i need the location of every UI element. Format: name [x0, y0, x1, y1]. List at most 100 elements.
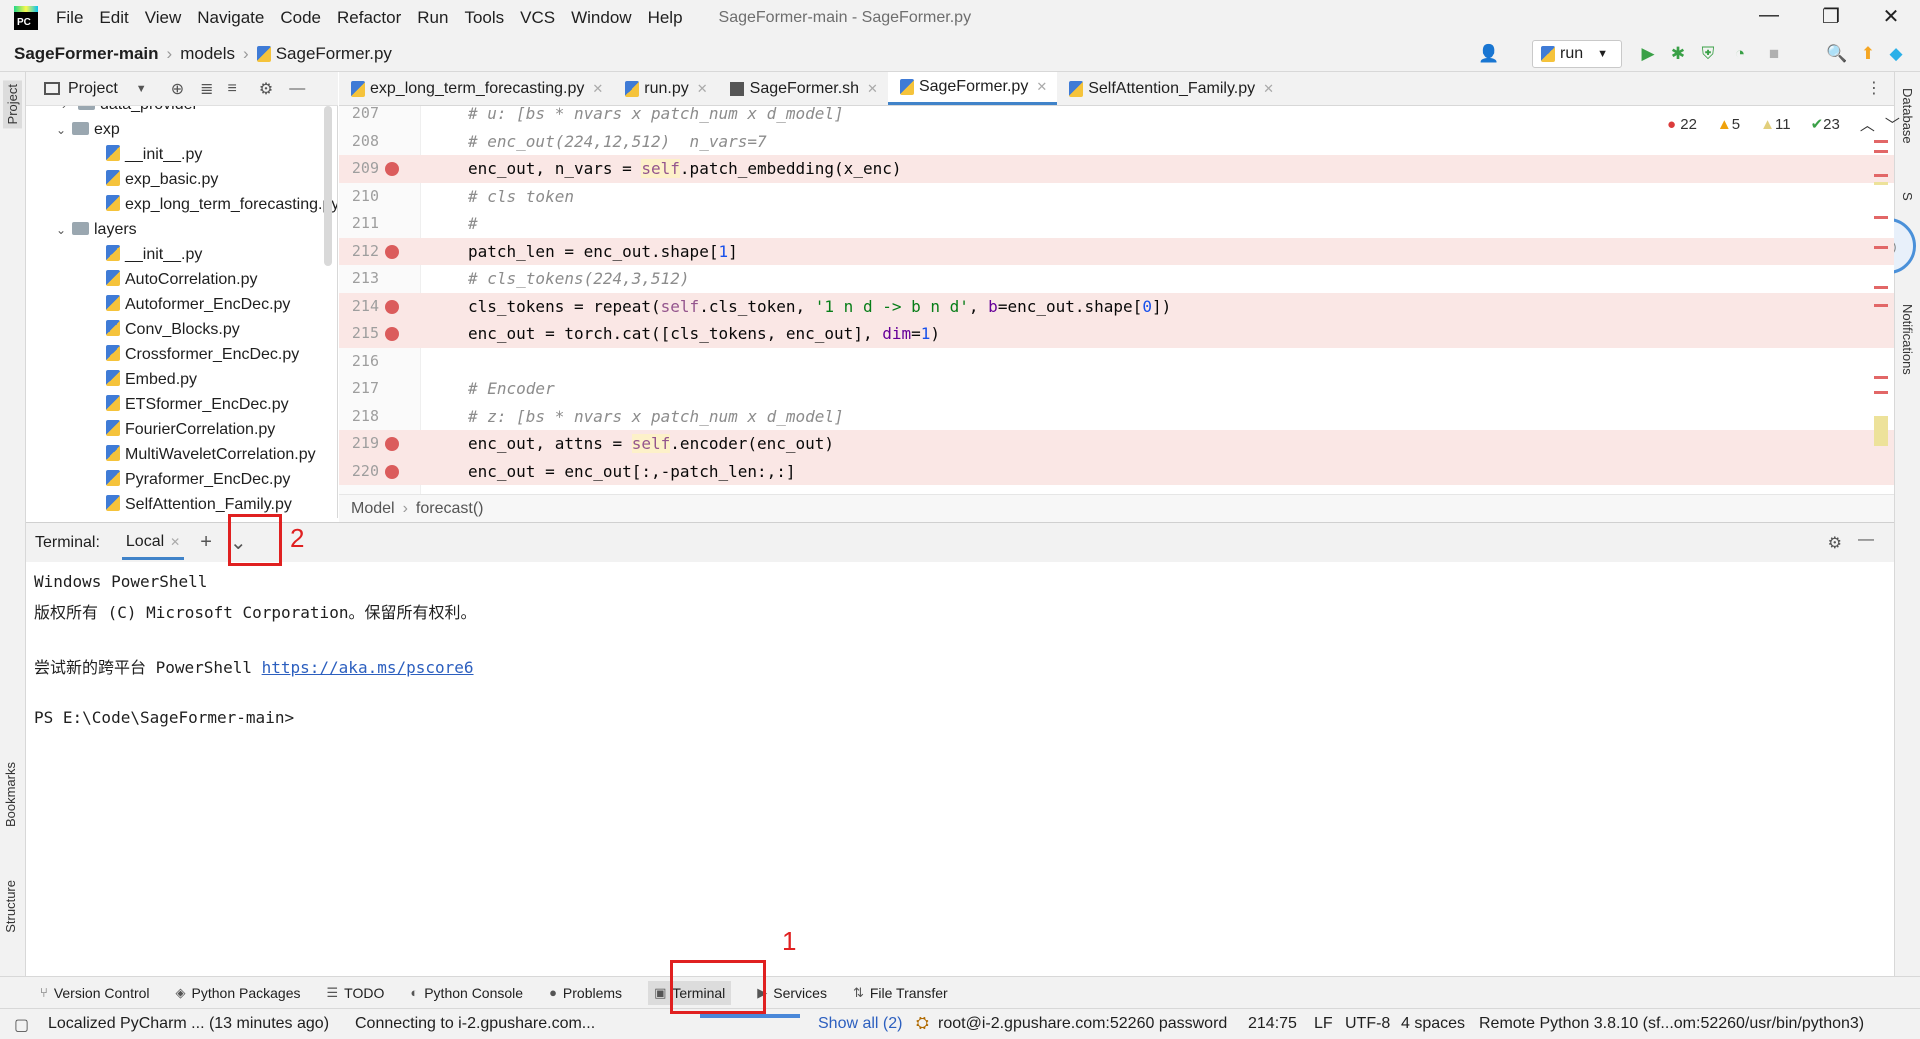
error-mark[interactable] — [1874, 376, 1888, 379]
cursor-position[interactable]: 214:75 — [1248, 1015, 1297, 1033]
code-line[interactable]: 216 — [339, 348, 1894, 376]
locate-icon[interactable]: ⊕ — [171, 79, 184, 99]
menu-navigate[interactable]: Navigate — [197, 8, 264, 28]
search-icon[interactable]: 🔍 — [1826, 44, 1847, 64]
profile-icon[interactable]: ◔ — [1730, 44, 1750, 64]
show-all-tasks-link[interactable]: Show all (2) — [818, 1015, 902, 1033]
code-editor[interactable]: 207 # u: [bs * nvars x patch_num x d_mode… — [339, 106, 1894, 494]
project-tool-tab[interactable]: Project — [3, 80, 22, 129]
hide-icon[interactable]: — — [289, 80, 305, 98]
tab-sageformer-sh[interactable]: SageFormer.sh ✕ — [718, 72, 888, 105]
run-icon[interactable]: ▶ — [1638, 44, 1658, 64]
project-panel-title[interactable]: Project — [68, 80, 118, 98]
code-line[interactable]: 213 # cls_tokens(224,3,512) — [339, 265, 1894, 293]
file-encoding[interactable]: UTF-8 — [1345, 1015, 1390, 1033]
tree-file[interactable]: Autoformer_EncDec.py — [106, 292, 290, 317]
warning-mark[interactable] — [1874, 416, 1888, 446]
terminal-link[interactable]: https://aka.ms/pscore6 — [262, 658, 474, 677]
code-line[interactable]: 209 enc_out, n_vars = self.patch_embeddin… — [339, 155, 1894, 183]
menu-refactor[interactable]: Refactor — [337, 8, 401, 28]
tree-folder[interactable]: ⌄ layers — [56, 217, 137, 242]
menu-file[interactable]: File — [56, 8, 83, 28]
tree-file[interactable]: Conv_Blocks.py — [106, 317, 240, 342]
error-mark[interactable] — [1874, 174, 1888, 177]
run-configuration-select[interactable]: run ▼ — [1532, 40, 1622, 68]
code-line[interactable]: 211 # — [339, 210, 1894, 238]
close-icon[interactable]: ✕ — [1036, 79, 1047, 95]
status-message[interactable]: Localized PyCharm ... (13 minutes ago) — [48, 1015, 329, 1033]
terminal-output[interactable]: Windows PowerShell 版权所有 (C) Microsoft Co… — [26, 562, 1894, 976]
breadcrumb-class[interactable]: Model — [351, 500, 395, 518]
structure-tool-tab[interactable]: Structure — [3, 880, 18, 933]
nav-project[interactable]: SageFormer-main — [14, 44, 159, 64]
tree-file[interactable]: AutoCorrelation.py — [106, 267, 258, 292]
close-window-button[interactable]: ✕ — [1868, 4, 1914, 32]
tree-file[interactable]: __init__.py — [106, 142, 202, 167]
menu-view[interactable]: View — [145, 8, 182, 28]
chevron-down-icon[interactable]: ﹀ — [1885, 114, 1900, 135]
tool-python-console[interactable]: ◐ Python Console — [410, 985, 523, 1001]
terminal-tab-local[interactable]: Local ✕ — [121, 525, 185, 560]
user-icon[interactable]: 👤 — [1478, 44, 1499, 64]
menu-window[interactable]: Window — [571, 8, 631, 28]
breakpoint-icon[interactable] — [385, 464, 399, 479]
coverage-icon[interactable]: ⛨ — [1698, 44, 1718, 64]
tool-services[interactable]: ▶ Services — [757, 985, 827, 1001]
menu-edit[interactable]: Edit — [99, 8, 128, 28]
code-line[interactable]: 218 # z: [bs * nvars x patch_num x d_mode… — [339, 403, 1894, 431]
menu-code[interactable]: Code — [280, 8, 321, 28]
close-icon[interactable]: ✕ — [170, 535, 180, 549]
restore-button[interactable]: ❐ — [1808, 4, 1854, 32]
tree-file[interactable]: Crossformer_EncDec.py — [106, 342, 299, 367]
terminal-prompt[interactable]: PS E:\Code\SageFormer-main> — [34, 708, 294, 727]
tool-problems[interactable]: ● Problems — [549, 985, 622, 1001]
error-mark[interactable] — [1874, 286, 1888, 289]
nav-folder[interactable]: models — [180, 44, 235, 64]
code-line[interactable]: 207 # u: [bs * nvars x patch_num x d_mode… — [339, 106, 1894, 128]
breakpoint-icon[interactable] — [385, 327, 399, 341]
menu-tools[interactable]: Tools — [464, 8, 504, 28]
bookmarks-tool-tab[interactable]: Bookmarks — [3, 762, 18, 827]
code-line[interactable]: 219 enc_out, attns = self.encoder(enc_out… — [339, 430, 1894, 458]
tab-sageformer-py[interactable]: SageFormer.py ✕ — [887, 72, 1058, 105]
remote-host[interactable]: root@i-2.gpushare.com:52260 password — [938, 1015, 1227, 1033]
error-mark[interactable] — [1874, 304, 1888, 307]
background-task[interactable]: Connecting to i-2.gpushare.com... — [355, 1015, 595, 1033]
breadcrumb-method[interactable]: forecast() — [416, 500, 484, 518]
error-mark[interactable] — [1874, 216, 1888, 219]
menu-help[interactable]: Help — [648, 8, 683, 28]
error-mark[interactable] — [1874, 246, 1888, 249]
gear-icon[interactable]: ⚙ — [259, 79, 273, 99]
tree-file[interactable]: Embed.py — [106, 367, 197, 392]
new-terminal-button[interactable]: + — [200, 531, 212, 554]
stop-icon[interactable]: ■ — [1764, 44, 1784, 64]
chevron-up-icon[interactable]: ︿ — [1860, 114, 1875, 135]
menu-vcs[interactable]: VCS — [520, 8, 555, 28]
more-tabs-icon[interactable]: ⋮ — [1866, 78, 1882, 98]
update-icon[interactable]: ⬆ — [1858, 44, 1878, 64]
tool-todo[interactable]: ☰ TODO — [327, 985, 385, 1001]
toggle-tool-windows-icon[interactable]: ▢ — [14, 1015, 29, 1035]
close-icon[interactable]: ✕ — [867, 81, 878, 97]
close-icon[interactable]: ✕ — [697, 81, 708, 97]
tree-file[interactable]: MultiWaveletCorrelation.py — [106, 442, 316, 467]
inspection-widget[interactable]: ● 22 ▲5 ▲11 ✔23 ︿ ﹀ — [1667, 113, 1910, 135]
code-line[interactable]: 217 # Encoder — [339, 375, 1894, 403]
tool-python-packages[interactable]: ◈ Python Packages — [176, 985, 301, 1001]
close-icon[interactable]: ✕ — [1263, 81, 1274, 97]
code-line[interactable]: 220 enc_out = enc_out[:,-patch_len:,:] — [339, 457, 1894, 485]
tree-file[interactable]: FourierCorrelation.py — [106, 417, 275, 442]
tab-selfattention-family[interactable]: SelfAttention_Family.py ✕ — [1057, 72, 1284, 105]
error-mark[interactable] — [1874, 391, 1888, 394]
breakpoint-icon[interactable] — [385, 299, 399, 314]
tab-exp-long-term-forecasting[interactable]: exp_long_term_forecasting.py ✕ — [339, 72, 613, 105]
expand-all-icon[interactable]: ≣ — [200, 79, 213, 99]
plugin-icon[interactable]: ◆ — [1886, 44, 1906, 64]
collapse-all-icon[interactable]: ≡ — [228, 80, 237, 98]
breakpoint-icon[interactable] — [385, 244, 399, 259]
tree-file[interactable]: __init__.py — [106, 242, 202, 267]
error-stripe[interactable] — [1874, 136, 1888, 456]
notifications-tool-tab[interactable]: Notifications — [1900, 304, 1915, 375]
tree-file[interactable]: Pyraformer_EncDec.py — [106, 467, 290, 492]
python-interpreter[interactable]: Remote Python 3.8.10 (sf...om:52260/usr/… — [1479, 1015, 1864, 1033]
